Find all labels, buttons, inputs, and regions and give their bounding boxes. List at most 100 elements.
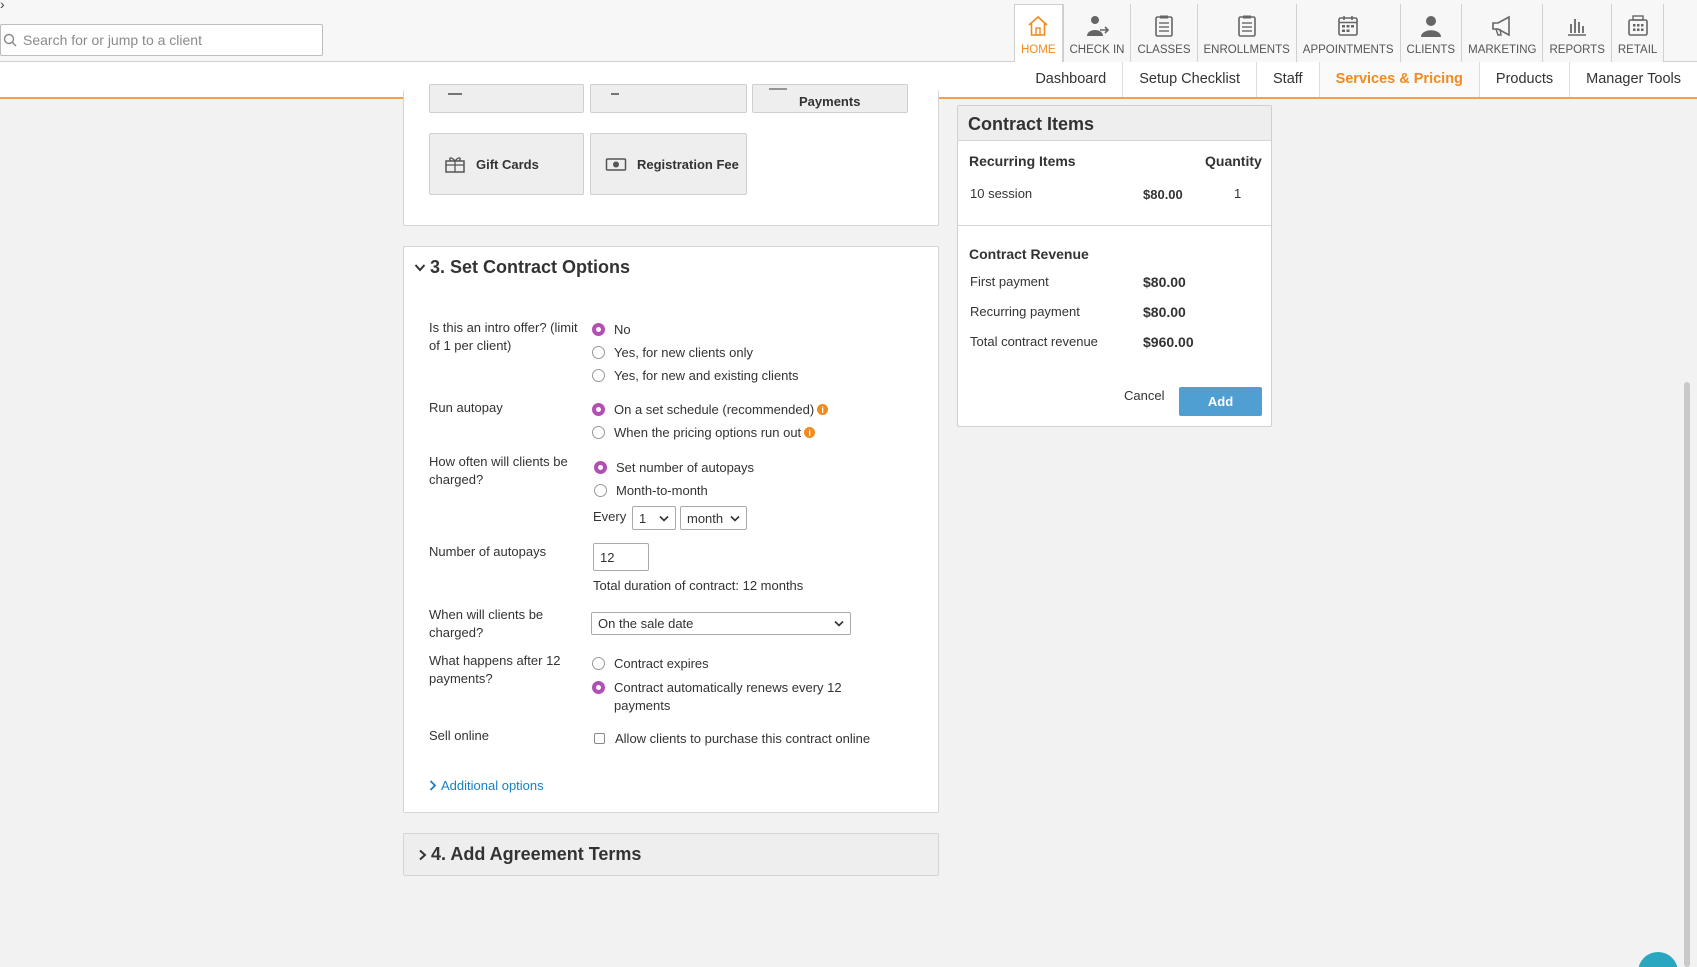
select-value: 1 bbox=[639, 510, 647, 526]
item-tile-partial[interactable] bbox=[590, 84, 747, 113]
option-label: Set number of autopays bbox=[616, 460, 755, 475]
cancel-button[interactable]: Cancel bbox=[1124, 388, 1164, 403]
option-label: When the pricing options run out bbox=[614, 425, 802, 440]
chevron-down-icon bbox=[659, 515, 669, 522]
section-toggle-contract-options[interactable]: 3. Set Contract Options bbox=[414, 257, 630, 278]
recurring-payment-value: $80.00 bbox=[1143, 304, 1186, 320]
autopay-option-schedule[interactable]: On a set schedule (recommended) i bbox=[592, 402, 829, 417]
first-payment-value: $80.00 bbox=[1143, 274, 1186, 290]
check-in-icon bbox=[1086, 16, 1110, 36]
subnav-services-pricing[interactable]: Services & Pricing bbox=[1318, 62, 1479, 97]
info-icon[interactable]: i bbox=[804, 427, 816, 438]
register-icon bbox=[1627, 15, 1648, 36]
nav-retail[interactable]: RETAIL bbox=[1610, 4, 1665, 62]
gift-icon bbox=[445, 157, 465, 173]
autopay-count-input[interactable]: 12 bbox=[593, 543, 649, 571]
help-chat-icon[interactable] bbox=[1638, 952, 1678, 967]
subnav-staff[interactable]: Staff bbox=[1256, 62, 1319, 97]
info-icon[interactable]: i bbox=[817, 404, 829, 415]
subnav-manager-tools[interactable]: Manager Tools bbox=[1569, 62, 1697, 97]
nav-reports-label: REPORTS bbox=[1549, 44, 1605, 56]
radio-button[interactable] bbox=[592, 369, 605, 382]
nav-enrollments[interactable]: ENROLLMENTS bbox=[1196, 4, 1296, 62]
sell-online-option[interactable]: Allow clients to purchase this contract … bbox=[594, 731, 870, 746]
radio-button[interactable] bbox=[592, 426, 605, 439]
nav-appointments[interactable]: APPOINTMENTS bbox=[1295, 4, 1400, 62]
nav-classes[interactable]: CLASSES bbox=[1130, 4, 1197, 62]
additional-options-link[interactable]: Additional options bbox=[429, 778, 544, 793]
nav-clients-label: CLIENTS bbox=[1406, 44, 1456, 56]
subnav-dashboard[interactable]: Dashboard bbox=[1019, 62, 1122, 97]
radio-button[interactable] bbox=[592, 323, 605, 336]
autopay-option-runout[interactable]: When the pricing options run out i bbox=[592, 425, 816, 440]
option-label: Allow clients to purchase this contract … bbox=[615, 731, 871, 746]
autopay-label: Run autopay bbox=[429, 400, 503, 415]
item-tile-payments[interactable]: Payments bbox=[752, 84, 908, 113]
after-option-renews[interactable]: Contract automatically renews every 12 p… bbox=[592, 679, 852, 715]
radio-button[interactable] bbox=[592, 346, 605, 359]
contract-items-panel: Contract Items Recurring Items Quantity … bbox=[957, 105, 1272, 427]
total-revenue-value: $960.00 bbox=[1143, 334, 1194, 350]
every-count-select[interactable]: 1 bbox=[632, 506, 676, 530]
after-option-expires[interactable]: Contract expires bbox=[592, 656, 709, 671]
chevron-down-icon bbox=[834, 620, 844, 627]
nav-reports[interactable]: REPORTS bbox=[1542, 4, 1611, 62]
select-value: On the sale date bbox=[598, 616, 694, 631]
radio-button[interactable] bbox=[594, 461, 607, 474]
intro-option-all[interactable]: Yes, for new and existing clients bbox=[592, 368, 799, 383]
nav-home[interactable]: HOME bbox=[1014, 4, 1063, 63]
chevron-right-icon bbox=[429, 780, 437, 791]
item-tile-partial[interactable] bbox=[429, 84, 584, 113]
home-icon bbox=[1028, 15, 1048, 36]
intro-option-new[interactable]: Yes, for new clients only bbox=[592, 345, 753, 360]
tile-icon bbox=[769, 88, 787, 90]
subnav-products[interactable]: Products bbox=[1478, 62, 1569, 97]
frequency-option-month[interactable]: Month-to-month bbox=[594, 483, 708, 498]
radio-button[interactable] bbox=[594, 484, 607, 497]
nav-check-in[interactable]: CHECK IN bbox=[1062, 4, 1131, 62]
page-scrollbar[interactable] bbox=[1684, 382, 1690, 967]
quantity-header: Quantity bbox=[1205, 153, 1262, 169]
add-button[interactable]: Add bbox=[1179, 387, 1262, 416]
item-price: $80.00 bbox=[1143, 187, 1183, 202]
charge-date-select[interactable]: On the sale date bbox=[591, 612, 851, 635]
search-icon bbox=[3, 33, 17, 47]
tile-registration-fee-label: Registration Fee bbox=[637, 156, 739, 172]
client-search[interactable] bbox=[0, 24, 323, 56]
nav-check-in-label: CHECK IN bbox=[1069, 44, 1125, 56]
every-unit-select[interactable]: month bbox=[680, 506, 747, 530]
item-tile-registration-fee[interactable]: Registration Fee bbox=[590, 133, 747, 195]
nav-marketing[interactable]: MARKETING bbox=[1461, 4, 1543, 62]
option-label: On a set schedule (recommended) bbox=[614, 402, 815, 417]
frequency-option-set[interactable]: Set number of autopays bbox=[594, 460, 754, 475]
subnav-setup-checklist[interactable]: Setup Checklist bbox=[1122, 62, 1256, 97]
top-bar: › HOME CHECK IN CLASSES ENROLLMENTS APPO… bbox=[0, 0, 1697, 63]
section-title: 3. Set Contract Options bbox=[430, 257, 631, 277]
section-toggle-agreement[interactable]: 4. Add Agreement Terms bbox=[418, 844, 641, 865]
tile-gift-cards-label: Gift Cards bbox=[476, 156, 539, 172]
every-label: Every bbox=[593, 509, 627, 524]
item-tile-gift-cards[interactable]: Gift Cards bbox=[429, 133, 584, 195]
section-title: 4. Add Agreement Terms bbox=[431, 844, 642, 864]
radio-button[interactable] bbox=[592, 681, 605, 694]
contract-duration-text: Total duration of contract: 12 months bbox=[593, 578, 804, 593]
nav-clients[interactable]: CLIENTS bbox=[1399, 4, 1462, 62]
first-payment-label: First payment bbox=[970, 274, 1049, 289]
select-value: month bbox=[687, 510, 724, 526]
item-type-panel: Payments Gift Cards Registration Fee bbox=[403, 84, 939, 226]
agreement-terms-panel[interactable]: 4. Add Agreement Terms bbox=[403, 833, 939, 876]
radio-button[interactable] bbox=[592, 403, 605, 416]
option-label: Yes, for new clients only bbox=[614, 345, 753, 360]
option-label: Contract automatically renews every 12 p… bbox=[614, 680, 842, 713]
checkbox[interactable] bbox=[594, 733, 605, 744]
main-nav: HOME CHECK IN CLASSES ENROLLMENTS APPOIN… bbox=[1014, 4, 1665, 63]
chevron-down-icon bbox=[414, 264, 426, 272]
nav-retail-label: RETAIL bbox=[1617, 44, 1658, 56]
contract-items-title: Contract Items bbox=[958, 106, 1271, 141]
after-payments-label: What happens after 12 payments? bbox=[429, 653, 561, 686]
intro-option-no[interactable]: No bbox=[592, 322, 631, 337]
search-input[interactable] bbox=[23, 32, 313, 48]
total-revenue-label: Total contract revenue bbox=[970, 334, 1098, 349]
caret-icon: › bbox=[0, 0, 5, 12]
radio-button[interactable] bbox=[592, 657, 605, 670]
